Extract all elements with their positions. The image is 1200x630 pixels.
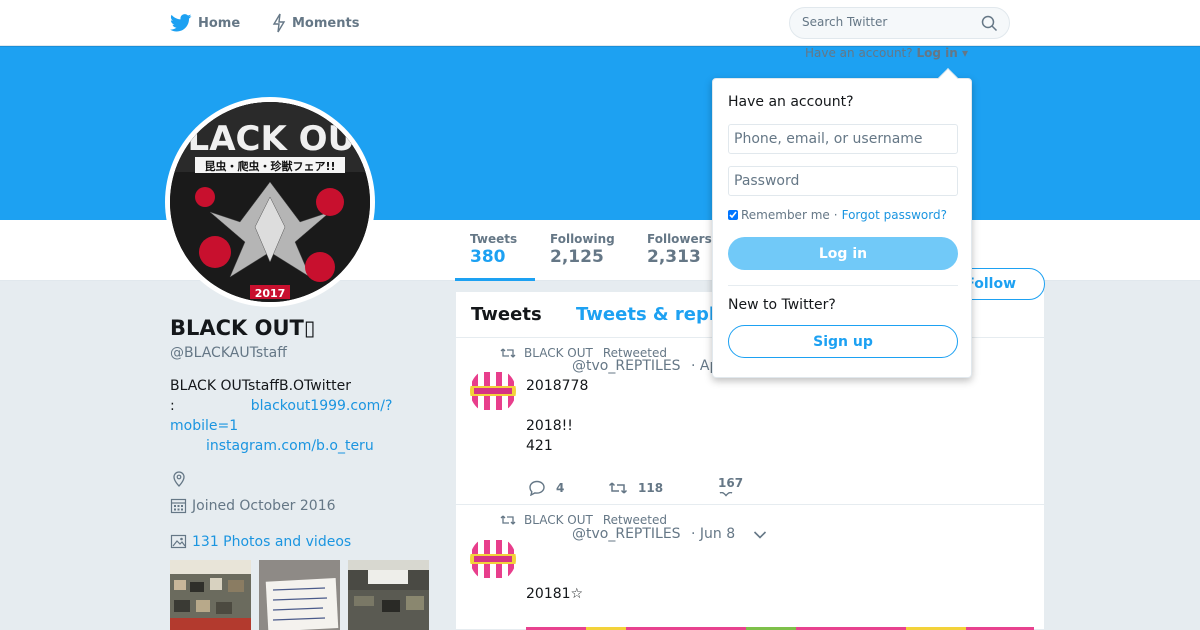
stat-following[interactable]: Following 2,125 bbox=[550, 232, 615, 267]
nav-moments-label: Moments bbox=[292, 15, 360, 31]
retweet-icon bbox=[500, 515, 516, 525]
bio-line-3: instagram.com/b.o_teru bbox=[170, 436, 440, 456]
stat-tweets-label: Tweets bbox=[470, 232, 518, 246]
profile-name: BLACK OUT▯ bbox=[170, 316, 316, 340]
search-input[interactable] bbox=[802, 15, 972, 29]
tab-tweets[interactable]: Tweets bbox=[471, 304, 542, 325]
tab-tweets-and-replies[interactable]: Tweets & repl bbox=[576, 304, 715, 325]
profile-joined: Joined October 2016 bbox=[170, 497, 336, 514]
forgot-password-link[interactable]: Forgot password? bbox=[842, 208, 947, 222]
login-dropdown: Have an account? Remember me · Forgot pa… bbox=[712, 68, 972, 378]
avatar-subtitle: 昆虫・爬虫・珍獣フェア!! bbox=[204, 159, 335, 173]
profile-bio: BLACK OUTstaffB.OTwitter : blackout1999.c… bbox=[170, 376, 440, 456]
lightning-icon bbox=[272, 13, 286, 33]
tweet-text: 20181☆ bbox=[526, 586, 584, 602]
nav-home[interactable]: Home bbox=[170, 0, 240, 46]
remember-me-checkbox[interactable] bbox=[728, 210, 738, 220]
chevron-down-icon[interactable] bbox=[753, 530, 767, 540]
twitter-bird-icon bbox=[170, 14, 192, 32]
retweeted-label: Retweeted bbox=[602, 513, 667, 527]
image-icon bbox=[170, 534, 187, 549]
retweet-count: 118 bbox=[638, 481, 664, 495]
stat-tweets[interactable]: Tweets 380 bbox=[470, 232, 517, 267]
active-tab-underline bbox=[455, 278, 535, 281]
reply-icon bbox=[529, 480, 545, 496]
location-pin-icon bbox=[173, 471, 185, 487]
tweet-author-avatar[interactable] bbox=[470, 536, 516, 582]
profile-avatar[interactable]: BLACK OUT 昆虫・爬虫・珍獣フェア!! 2017 bbox=[165, 97, 375, 307]
tweet-author-avatar[interactable] bbox=[470, 368, 516, 414]
joined-date: Joined October 2016 bbox=[192, 497, 336, 514]
login-hint: Have an account? Log in ▾ bbox=[805, 46, 968, 60]
remember-me-label: Remember me bbox=[741, 208, 830, 222]
tweet-date[interactable]: · Jun 8 bbox=[691, 526, 735, 542]
retweeter-name[interactable]: BLACK OUT bbox=[524, 513, 593, 527]
avatar-poster-graphic: BLACK OUT 昆虫・爬虫・珍獣フェア!! 2017 bbox=[170, 102, 370, 302]
bio-line-2: : blackout1999.com/?mobile=1 bbox=[170, 396, 440, 436]
like-button[interactable]: 167 bbox=[718, 476, 744, 500]
profile-handle[interactable]: @BLACKAUTstaff bbox=[170, 345, 287, 361]
tweet-media[interactable] bbox=[526, 622, 1034, 630]
reptiles-fever-logo bbox=[470, 536, 516, 582]
thumbnail-shop-photo bbox=[348, 560, 429, 630]
calendar-icon bbox=[170, 498, 187, 514]
like-count: 167 bbox=[718, 476, 744, 490]
stat-following-value: 2,125 bbox=[550, 247, 604, 267]
retweet-icon bbox=[500, 348, 516, 358]
thumbnail-shelf-photo bbox=[170, 560, 251, 630]
avatar-title: BLACK OUT bbox=[170, 119, 370, 159]
retweet-button[interactable]: 118 bbox=[608, 476, 718, 500]
tweet-author-handle[interactable]: @tvo_REPTILES bbox=[572, 526, 681, 542]
thumbnail-handwritten-note bbox=[259, 560, 340, 630]
stat-tweets-value: 380 bbox=[470, 247, 506, 267]
retweet-context: BLACK OUT Retweeted bbox=[500, 513, 667, 527]
tweet[interactable]: BLACK OUT Retweeted @tvo_REPTILES · Jun … bbox=[456, 505, 1044, 630]
remember-row: Remember me · Forgot password? bbox=[728, 208, 947, 222]
stat-following-label: Following bbox=[550, 232, 615, 246]
login-hint-link-label: Log in bbox=[916, 46, 958, 60]
dropdown-divider bbox=[728, 285, 958, 286]
stat-followers[interactable]: Followers 2,313 bbox=[647, 232, 712, 267]
login-hint-text: Have an account? bbox=[805, 46, 913, 60]
search-icon[interactable] bbox=[981, 15, 998, 32]
nav-home-label: Home bbox=[198, 15, 241, 31]
reply-count: 4 bbox=[556, 481, 565, 495]
login-button[interactable]: Log in bbox=[728, 237, 958, 270]
media-thumbnail[interactable] bbox=[170, 560, 251, 630]
login-hint-link[interactable]: Log in ▾ bbox=[916, 46, 968, 60]
photos-videos-link[interactable]: 131 Photos and videos bbox=[170, 533, 351, 550]
stat-followers-label: Followers bbox=[647, 232, 712, 246]
remember-separator: · bbox=[833, 208, 838, 222]
avatar-year: 2017 bbox=[255, 287, 286, 300]
search-box bbox=[789, 7, 1010, 39]
dropdown-title: Have an account? bbox=[728, 94, 854, 110]
bio-link-instagram[interactable]: instagram.com/b.o_teru bbox=[206, 438, 374, 454]
password-field[interactable] bbox=[728, 166, 958, 196]
bio-colon: : bbox=[170, 398, 175, 414]
profile-location bbox=[170, 470, 188, 492]
tweet-meta: @tvo_REPTILES · Jun 8 bbox=[572, 526, 735, 542]
heart-icon bbox=[719, 492, 733, 497]
tweet-actions: 4 118 167 bbox=[528, 476, 744, 500]
bio-link-website[interactable]: blackout1999.com/?mobile=1 bbox=[170, 398, 392, 434]
avatar-image: BLACK OUT 昆虫・爬虫・珍獣フェア!! 2017 bbox=[170, 102, 370, 302]
photos-videos-label: 131 Photos and videos bbox=[192, 533, 352, 550]
reply-button[interactable]: 4 bbox=[528, 476, 608, 500]
bio-line-1: BLACK OUTstaffB.OTwitter bbox=[170, 378, 351, 394]
stat-followers-value: 2,313 bbox=[647, 247, 701, 267]
new-to-twitter-label: New to Twitter? bbox=[728, 297, 836, 313]
tweet-author-handle[interactable]: @tvo_REPTILES bbox=[572, 358, 681, 374]
nav-moments[interactable]: Moments bbox=[272, 0, 359, 46]
retweet-icon bbox=[608, 482, 628, 494]
top-navigation: Home Moments bbox=[0, 0, 1200, 46]
media-thumbnail[interactable] bbox=[348, 560, 429, 630]
signup-button[interactable]: Sign up bbox=[728, 325, 958, 358]
reptiles-fever-logo bbox=[470, 368, 516, 414]
tweet-text: 2018778 2018!! 421 bbox=[526, 378, 589, 454]
media-thumbnail[interactable] bbox=[259, 560, 340, 630]
username-field[interactable] bbox=[728, 124, 958, 154]
